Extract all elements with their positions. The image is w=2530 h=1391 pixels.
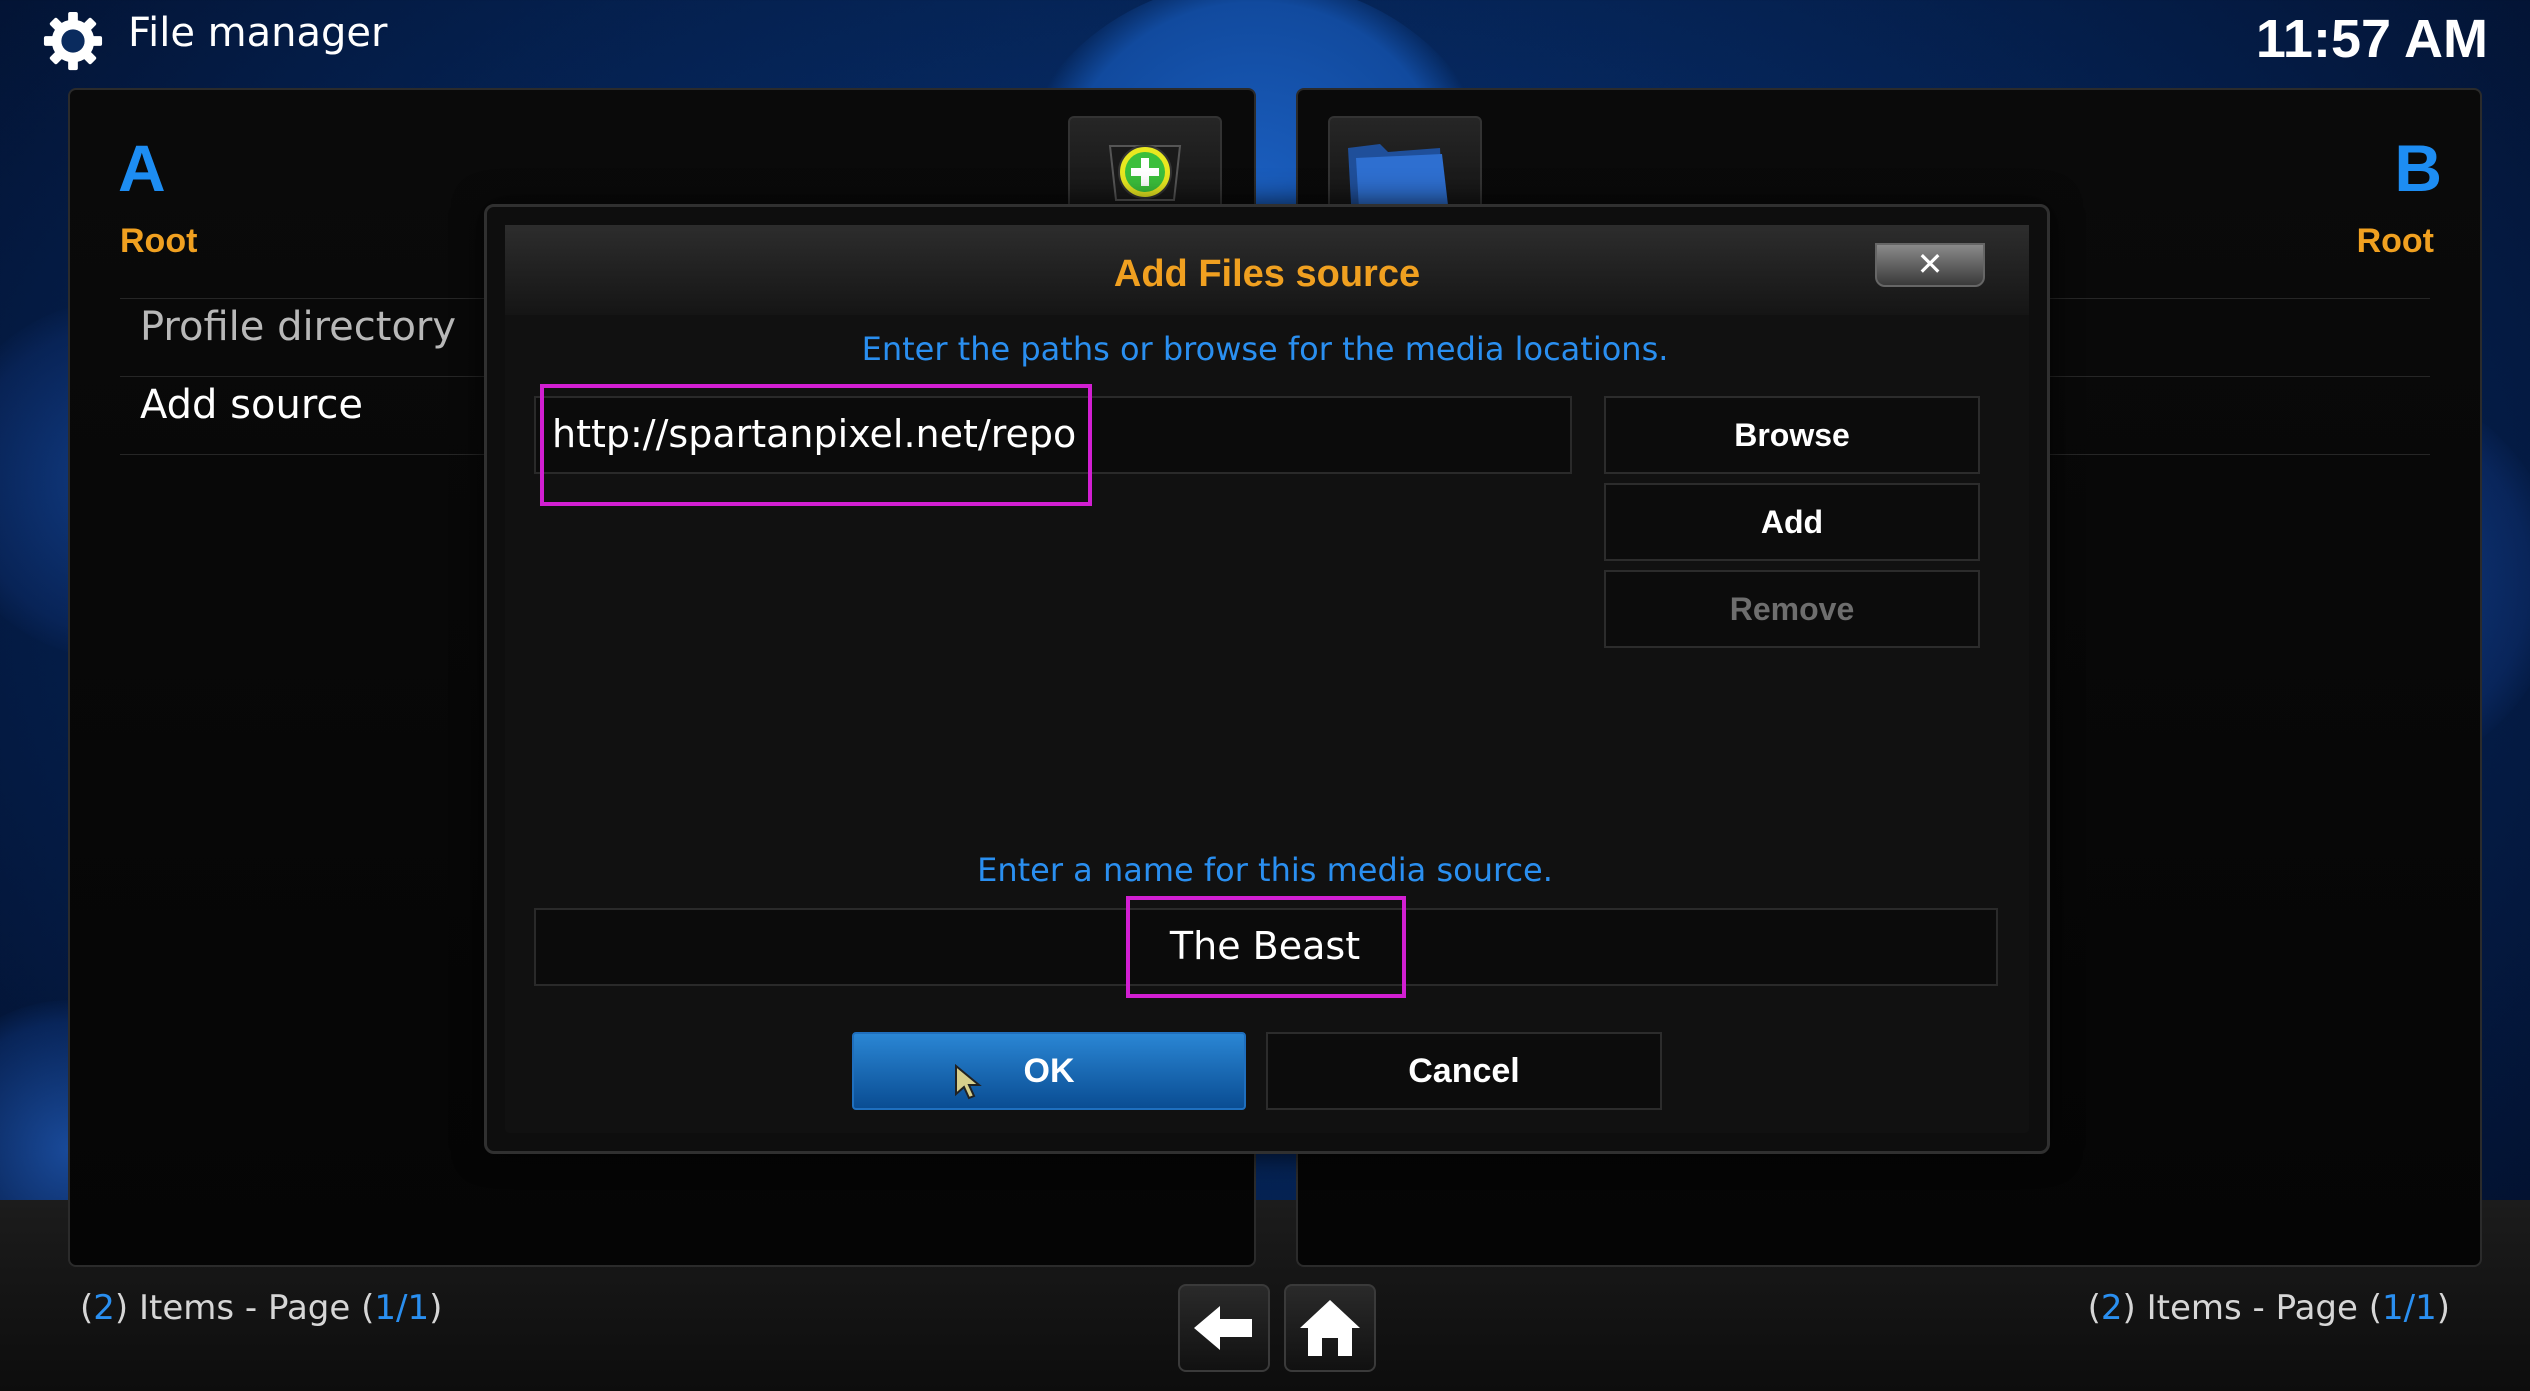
panel-a-footer: (2) Items - Page (1/1) (80, 1288, 443, 1328)
highlight-box (1126, 896, 1406, 998)
back-button[interactable] (1178, 1284, 1270, 1372)
cancel-button[interactable]: Cancel (1266, 1032, 1662, 1110)
gear-icon (43, 11, 103, 71)
highlight-box (540, 384, 1092, 506)
page-indicator: 1/1 (2382, 1288, 2437, 1328)
panel-b-footer: (2) Items - Page (1/1) (2087, 1288, 2450, 1328)
list-item-add-source[interactable]: Add source (140, 382, 363, 428)
items-page-label: Items - Page (2146, 1288, 2358, 1328)
ok-label: OK (1023, 1052, 1075, 1090)
remove-button[interactable]: Remove (1604, 570, 1980, 648)
home-button[interactable] (1284, 1284, 1376, 1372)
name-instruction: Enter a name for this media source. (977, 851, 1553, 889)
panel-a-path: Root (120, 222, 198, 260)
item-count: 2 (93, 1288, 115, 1328)
clock: 11:57 AM (2255, 9, 2488, 69)
page-indicator: 1/1 (374, 1288, 430, 1328)
close-button[interactable]: ✕ (1875, 243, 1985, 287)
items-page-label: Items - Page (138, 1288, 351, 1328)
ok-button[interactable]: OK (852, 1032, 1246, 1110)
mouse-cursor-icon (955, 1064, 982, 1100)
dialog-title: Add Files source (1113, 253, 1421, 295)
home-icon (1300, 1300, 1360, 1356)
panel-a-letter: A (118, 131, 166, 205)
add-button[interactable]: Add (1604, 483, 1980, 561)
back-arrow-icon (1194, 1306, 1252, 1350)
panel-b-letter: B (2394, 131, 2442, 205)
browse-button[interactable]: Browse (1604, 396, 1980, 474)
page-title: File manager (128, 10, 388, 56)
item-count: 2 (2100, 1288, 2123, 1328)
panel-b-path: Root (2356, 222, 2434, 260)
paths-instruction: Enter the paths or browse for the media … (861, 330, 1669, 368)
